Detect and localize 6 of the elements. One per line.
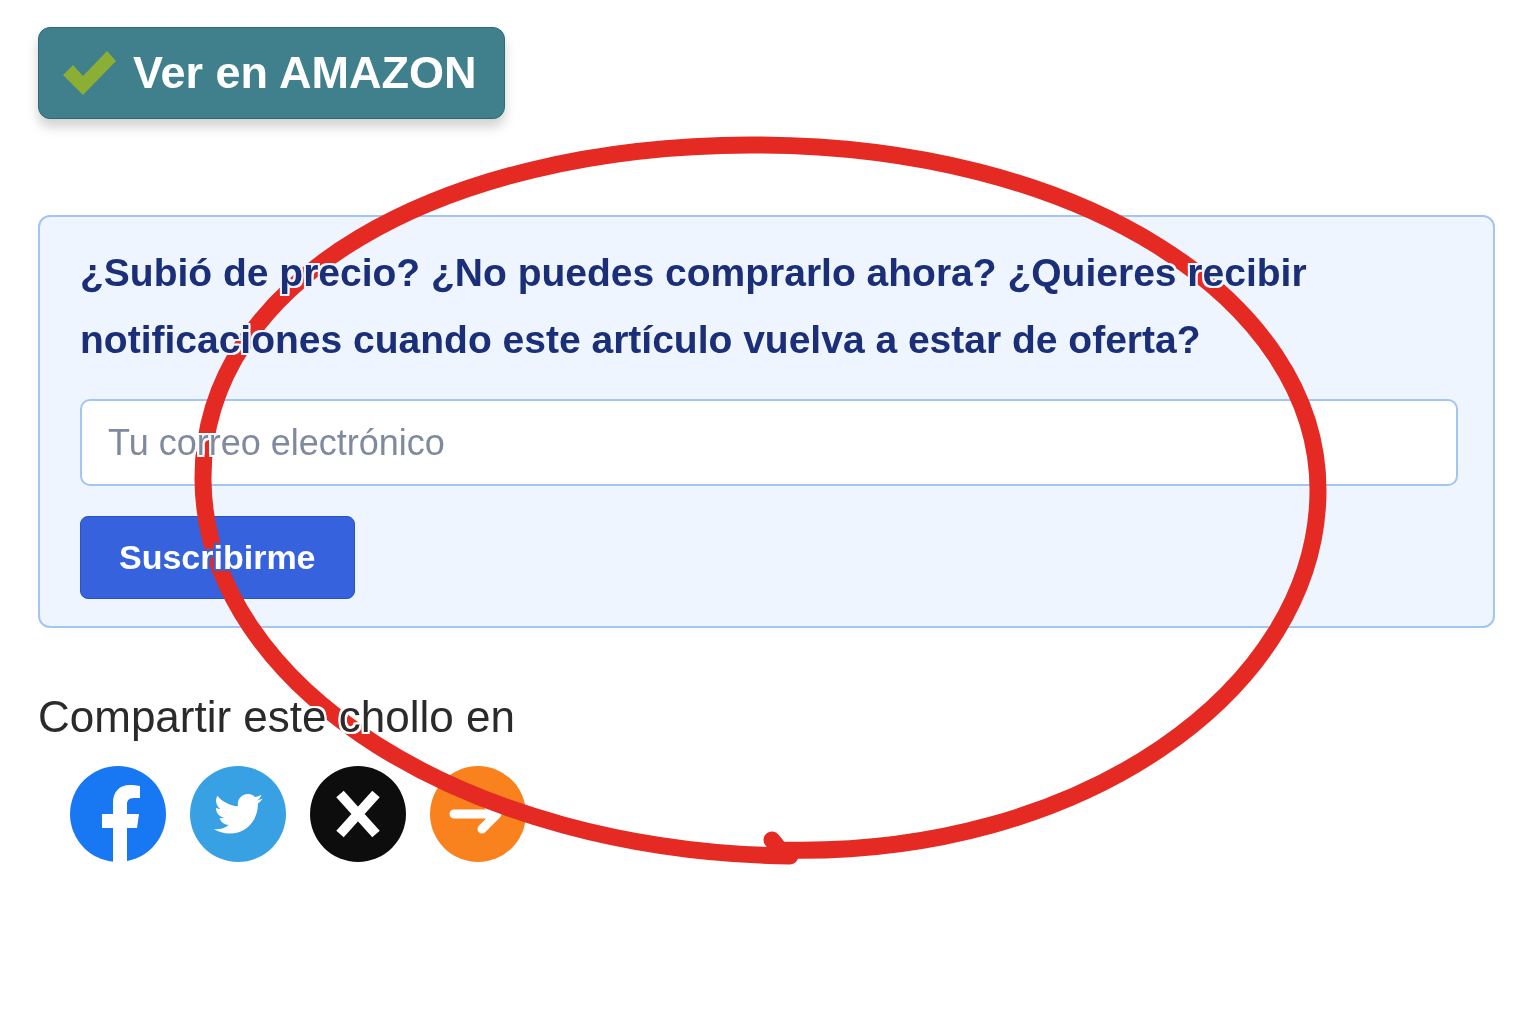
deal-button[interactable]: Ver en AMAZON bbox=[38, 27, 506, 119]
f-letter-icon[interactable] bbox=[70, 766, 166, 862]
x-letter-icon[interactable] bbox=[310, 766, 406, 862]
arrow-right-icon[interactable] bbox=[430, 766, 526, 862]
check-icon bbox=[61, 49, 117, 97]
bird-icon[interactable] bbox=[190, 766, 286, 862]
